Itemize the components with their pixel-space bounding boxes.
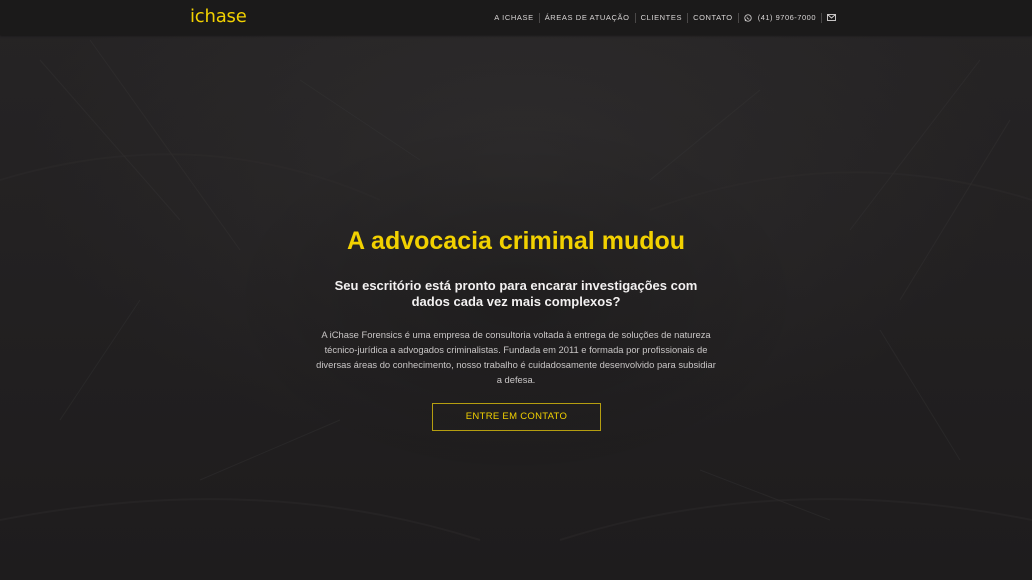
nav-divider <box>821 12 822 23</box>
nav-item-areas-de-atuacao[interactable]: Áreas de atuação <box>540 11 635 24</box>
nav-item-contato[interactable]: Contato <box>688 11 738 24</box>
nav-item-a-ichase[interactable]: A iChase <box>489 11 538 24</box>
contact-cta-button[interactable]: Entre em contato <box>432 403 601 431</box>
phone-number: (41) 9706-7000 <box>757 13 816 22</box>
whatsapp-icon <box>744 13 752 22</box>
hero-subtitle: Seu escritório está pronto para encarar … <box>334 278 698 309</box>
phone-link[interactable]: (41) 9706-7000 <box>739 11 821 24</box>
site-header: ichase A iChase Áreas de atuação Cliente… <box>0 0 1032 35</box>
hero-description: A iChase Forensics é uma empresa de cons… <box>316 329 716 385</box>
page: ichase A iChase Áreas de atuação Cliente… <box>0 0 1032 580</box>
main-nav: A iChase Áreas de atuação Clientes Conta… <box>489 11 836 24</box>
nav-item-clientes[interactable]: Clientes <box>636 11 687 24</box>
hero-section: A advocacia criminal mudou Seu escritóri… <box>0 0 1032 580</box>
logo[interactable]: ichase <box>190 6 247 28</box>
hero-title: A advocacia criminal mudou <box>346 227 686 255</box>
envelope-icon[interactable] <box>827 14 836 21</box>
